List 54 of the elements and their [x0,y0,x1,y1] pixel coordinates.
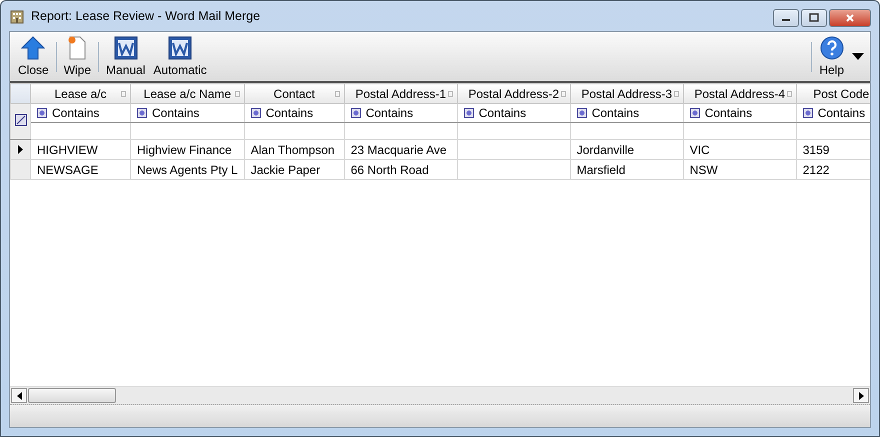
filter-input[interactable] [344,122,458,140]
toolbar-button[interactable]: Manual [102,36,150,77]
column-header[interactable]: Contact [244,84,344,104]
word-document-icon [114,36,138,60]
help-icon [820,36,844,60]
scroll-right-button[interactable] [853,388,869,403]
table-cell: Highview Finance [137,142,232,156]
table-cell: 23 Macquarie Ave [350,142,447,156]
scrollbar-thumb[interactable] [28,388,116,403]
maximize-button[interactable] [801,9,827,27]
filter-input[interactable] [30,122,130,140]
filter-input[interactable] [130,122,244,140]
column-header[interactable]: Post Code [796,84,870,104]
left-arrow-icon [16,392,22,400]
toolbar-button[interactable]: Wipe [60,36,96,77]
close-button[interactable] [829,9,871,27]
table-cell: Jackie Paper [250,162,320,176]
toolbar-button[interactable]: Automatic [149,36,211,77]
up-arrow-icon [21,36,46,60]
building-icon [9,8,25,24]
filter-input[interactable] [457,122,570,140]
maximize-icon [809,13,819,23]
filter-input[interactable] [683,122,796,140]
minimize-button[interactable] [773,9,799,27]
help-button[interactable]: Help [815,36,848,77]
table-cell: 3159 [802,142,830,156]
column-header[interactable]: Postal Address-2 [457,84,570,104]
scroll-left-button[interactable] [11,388,27,403]
close-icon [845,13,855,23]
column-header[interactable]: Postal Address-4 [683,84,796,104]
table-cell: 2122 [802,162,830,176]
column-header[interactable]: Postal Address-1 [344,84,458,104]
toolbar-button[interactable]: Close [14,36,53,77]
table-cell: VIC [690,142,710,156]
table-cell: NSW [690,162,718,176]
table-cell: Jordanville [576,142,634,156]
filter-clear-icon[interactable] [14,114,26,126]
table-cell: Alan Thompson [250,142,335,156]
row-header[interactable] [10,140,30,160]
filter-input[interactable] [244,122,344,140]
current-row-icon [18,144,23,154]
table-cell: HIGHVIEW [37,142,98,156]
right-arrow-icon [858,392,864,400]
table-cell: News Agents Pty L [137,162,238,176]
column-header[interactable]: Lease a/c [30,84,130,104]
word-document-icon [168,36,192,60]
table-cell: 66 North Road [350,162,429,176]
window-title: Report: Lease Review - Word Mail Merge [31,9,260,23]
table-cell: NEWSAGE [37,162,98,176]
filter-input[interactable] [570,122,684,140]
column-header[interactable]: Lease a/c Name [130,84,244,104]
dropdown-arrow-icon[interactable] [852,53,864,60]
table-cell: Marsfield [576,162,626,176]
column-header[interactable]: Postal Address-3 [570,84,684,104]
